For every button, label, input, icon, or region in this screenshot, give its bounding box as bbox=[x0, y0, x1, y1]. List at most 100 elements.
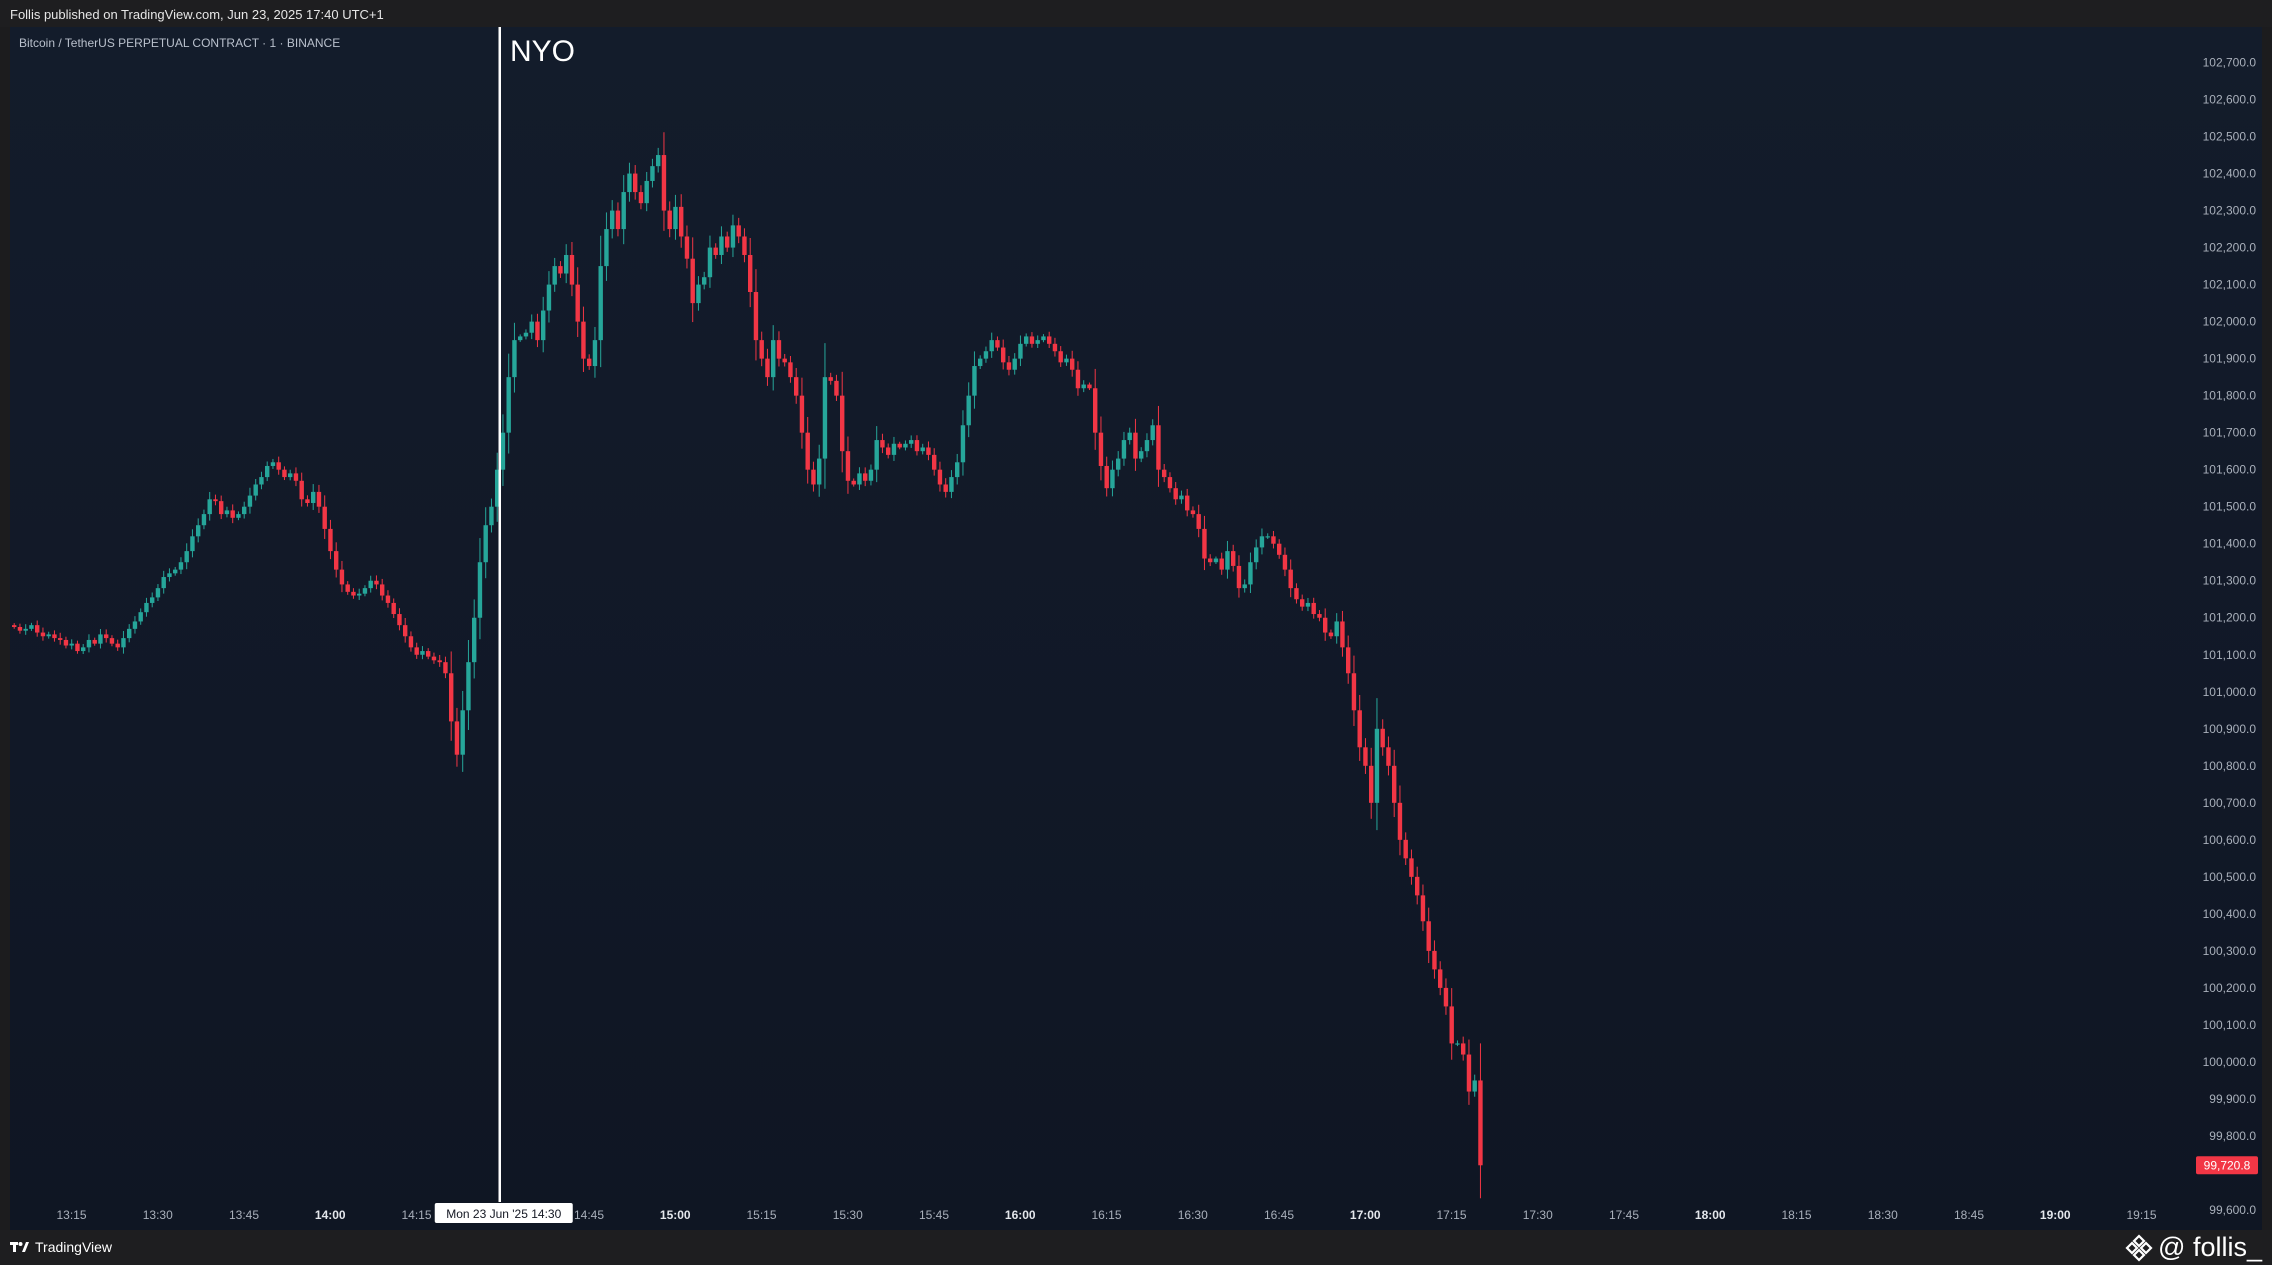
price-tick-label: 100,500.0 bbox=[2203, 870, 2257, 884]
price-tick-label: 100,100.0 bbox=[2203, 1018, 2257, 1032]
candle bbox=[1357, 694, 1362, 761]
candle bbox=[914, 435, 920, 456]
candle-body bbox=[1340, 621, 1345, 648]
candle bbox=[1259, 528, 1265, 555]
time-tick-label: 16:45 bbox=[1264, 1208, 1294, 1222]
candle bbox=[454, 707, 460, 767]
price-chart[interactable]: 99,600.0 99,900.0 100,000.0 100,100.0 100,20… bbox=[10, 27, 2262, 1230]
candle-body bbox=[1265, 536, 1270, 538]
time-tick-label: 15:45 bbox=[919, 1208, 949, 1222]
candle-body bbox=[1259, 536, 1265, 548]
price-tick-label: 100,300.0 bbox=[2203, 944, 2257, 958]
candle-body bbox=[1070, 358, 1075, 370]
candle-body bbox=[92, 639, 97, 644]
candle-body bbox=[357, 593, 362, 596]
candle bbox=[1455, 1040, 1460, 1047]
candle-body bbox=[1242, 584, 1247, 589]
candle-body bbox=[259, 477, 264, 485]
candle-body bbox=[173, 569, 178, 574]
candle-body bbox=[1403, 839, 1408, 859]
candle-body bbox=[995, 340, 1000, 348]
candle bbox=[1282, 547, 1288, 577]
candle bbox=[1328, 629, 1334, 639]
candle bbox=[1202, 515, 1207, 571]
candle bbox=[173, 566, 178, 576]
candle bbox=[564, 244, 569, 284]
candle-body bbox=[1167, 477, 1173, 489]
chart-panel[interactable]: 99,600.0 99,900.0 100,000.0 100,100.0 100,20… bbox=[10, 27, 2262, 1230]
candle bbox=[40, 627, 46, 641]
tradingview-icon bbox=[10, 1240, 30, 1254]
crosshair-time-label: Mon 23 Jun '25 14:30 bbox=[446, 1207, 561, 1221]
candle-body bbox=[1300, 599, 1305, 607]
candle bbox=[1294, 583, 1299, 604]
candle-body bbox=[150, 597, 155, 603]
candle bbox=[1162, 464, 1167, 483]
candle-body bbox=[443, 662, 448, 674]
candle bbox=[63, 636, 69, 649]
candle bbox=[1012, 353, 1017, 375]
candle-body bbox=[707, 247, 713, 278]
candle-body bbox=[840, 395, 845, 452]
candle-body bbox=[380, 584, 385, 596]
candle-body bbox=[558, 266, 563, 274]
candle bbox=[207, 491, 212, 521]
candle bbox=[702, 271, 707, 290]
price-tick-label: 100,900.0 bbox=[2203, 722, 2257, 736]
candle-body bbox=[1179, 495, 1184, 500]
time-tick-label: 17:30 bbox=[1523, 1208, 1553, 1222]
price-tick-label: 101,600.0 bbox=[2203, 463, 2257, 477]
candle-body bbox=[184, 551, 189, 563]
price-tick-label: 101,300.0 bbox=[2203, 574, 2257, 588]
candle bbox=[1426, 907, 1431, 964]
candle bbox=[23, 624, 28, 635]
candle bbox=[288, 469, 293, 481]
candle bbox=[581, 306, 586, 372]
candle-body bbox=[1018, 343, 1023, 359]
candle-body bbox=[794, 377, 799, 396]
tradingview-wordmark: TradingView bbox=[35, 1239, 113, 1255]
tradingview-logo[interactable]: TradingView bbox=[10, 1239, 112, 1255]
candle bbox=[443, 656, 448, 679]
candle-body bbox=[17, 627, 23, 631]
time-tick-label: 19:00 bbox=[2040, 1208, 2071, 1222]
candle bbox=[955, 453, 960, 485]
candle-body bbox=[1346, 647, 1351, 674]
candle-body bbox=[35, 625, 40, 633]
time-tick-label: 14:45 bbox=[574, 1208, 604, 1222]
candle-body bbox=[1351, 673, 1357, 711]
candle bbox=[707, 235, 713, 288]
time-tick-label: 15:30 bbox=[833, 1208, 863, 1222]
candle-body bbox=[926, 447, 931, 455]
candle bbox=[966, 382, 971, 438]
candle bbox=[725, 231, 730, 252]
candle bbox=[1167, 472, 1173, 493]
candle bbox=[1087, 382, 1092, 391]
candle-body bbox=[1156, 425, 1161, 470]
candle bbox=[771, 325, 776, 391]
candle bbox=[615, 202, 621, 237]
candle bbox=[1397, 785, 1403, 856]
candle-body bbox=[224, 510, 230, 515]
candle-body bbox=[523, 332, 529, 337]
candle bbox=[17, 623, 23, 634]
candle bbox=[506, 353, 511, 454]
candle bbox=[558, 261, 563, 278]
candle bbox=[178, 557, 184, 575]
candle-body bbox=[385, 595, 391, 603]
candle bbox=[201, 509, 207, 530]
candle bbox=[903, 440, 908, 451]
candle-body bbox=[955, 462, 960, 478]
candle-body bbox=[426, 651, 431, 657]
candle bbox=[909, 435, 914, 448]
candle-body bbox=[1397, 802, 1403, 840]
candle bbox=[1110, 460, 1115, 497]
candle-body bbox=[863, 473, 868, 481]
candle-body bbox=[1248, 562, 1253, 585]
candle-body bbox=[535, 321, 540, 341]
candle bbox=[86, 634, 92, 653]
candle-body bbox=[403, 625, 408, 637]
candle-body bbox=[109, 638, 115, 644]
candle-body bbox=[345, 584, 350, 592]
candle bbox=[1093, 368, 1098, 450]
